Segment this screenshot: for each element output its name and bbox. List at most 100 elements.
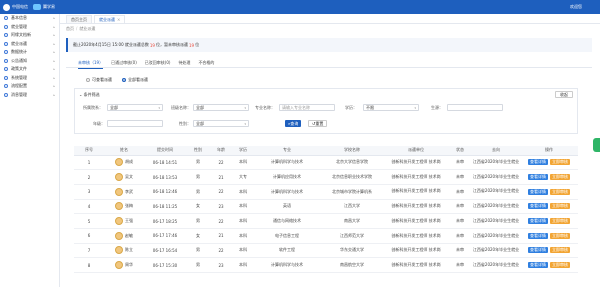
chevron-right-icon: ▸ (53, 50, 55, 55)
degree: 本科 (232, 228, 254, 244)
table-row: 5 王强 06-17 18:25 男 22 本科 通信与网络技术 南昌大学 创新科技开发工程师 … (74, 213, 578, 229)
destination-link[interactable]: 江西省2020年毕业生就业 (472, 213, 520, 229)
menu-icon (4, 67, 8, 72)
actions-cell: 查看详情 立即审核 (520, 155, 578, 171)
age: 23 (210, 199, 232, 215)
class-select[interactable]: 全部 ▾ (193, 104, 249, 111)
sidebar-item-basic-info[interactable]: 基本信息 ▸ (0, 14, 59, 23)
major-input[interactable]: 请输入专业名称 (279, 104, 335, 111)
row-number: 6 (74, 228, 104, 244)
view-details-button[interactable]: 查看详情 (528, 232, 548, 239)
approve-button[interactable]: 立即审核 (550, 203, 570, 210)
reset-button[interactable]: ↺ 重置 (308, 120, 328, 127)
chevron-right-icon: ▸ (53, 41, 55, 46)
view-details-button[interactable]: 查看详情 (528, 174, 548, 181)
sidebar-item-notices[interactable]: 公告通知 ▸ (0, 57, 59, 66)
year-input[interactable] (107, 120, 163, 127)
degree-value: 不限 (366, 104, 374, 110)
row-number: 4 (74, 199, 104, 215)
row-number: 1 (74, 155, 104, 171)
degree-select[interactable]: 不限 ▾ (363, 104, 419, 111)
age: 23 (210, 257, 232, 273)
student-name: 赵敏 (125, 232, 133, 238)
major-placeholder: 请输入专业名称 (282, 104, 310, 110)
notice-prefix: 截止2020年4月15日 15:00 就业派遣总数 (73, 42, 149, 47)
destination-link[interactable]: 江西省2020年毕业生就业 (472, 243, 520, 259)
filter-title-label: 条件筛选 (83, 92, 100, 97)
gender: 女 (186, 199, 210, 215)
approve-button[interactable]: 立即审核 (550, 218, 570, 225)
table-row: 2 吴文 06-18 13:53 男 21 大专 计算机应用技术 北京信息职业技术学院 创新科技… (74, 169, 578, 185)
dispatch-unit: 创新科技开发工程师 技术岗 (384, 243, 448, 259)
age: 22 (210, 155, 232, 171)
sidebar-item-dispatch[interactable]: 就业派遣 ▸ (0, 40, 59, 49)
menu-icon (4, 84, 8, 89)
actions-cell: 查看详情 立即审核 (520, 169, 578, 185)
collapse-label: 收起 (560, 91, 568, 97)
sidebar: 基本信息 ▸ 就业管理 ▸ 阿缘文档新 ▸ 就业派遣 ▸ 数据统计 ▸ 公告通知 ▸ 政策文… (0, 14, 60, 287)
approve-button[interactable]: 立即审核 (550, 262, 570, 269)
destination-link[interactable]: 江西省2020年毕业生就业 (472, 199, 520, 215)
collapse-button[interactable]: 收起 (555, 91, 573, 98)
student-cell: 李武 (104, 184, 144, 200)
sidebar-item-messages[interactable]: 消息管理 ▸ (0, 91, 59, 100)
destination-link[interactable]: 江西省2020年毕业生就业 (472, 155, 520, 171)
sidebar-item-employment[interactable]: 就业管理 ▸ (0, 23, 59, 32)
sidebar-item-docs[interactable]: 阿缘文档新 ▸ (0, 31, 59, 40)
sidebar-item-label: 政策文件 (11, 66, 27, 72)
view-details-button[interactable]: 查看详情 (528, 188, 548, 195)
approve-button[interactable]: 立即审核 (550, 159, 570, 166)
table-row: 7 陈立 06-17 16:54 男 22 本科 软件工程 华东交通大学 创新科技开发工程师 技… (74, 243, 578, 259)
status: 未审 (448, 213, 472, 229)
sidebar-item-policy[interactable]: 政策文件 ▸ (0, 65, 59, 74)
approve-button[interactable]: 立即审核 (550, 247, 570, 254)
sidebar-item-workflow[interactable]: 流程配置 ▸ (0, 82, 59, 91)
table-body: 1 胡成 06-18 14:51 男 22 本科 计算机科学与技术 北京大学信息学院 创新科技开… (74, 155, 578, 273)
breadcrumb-home[interactable]: 首页 (66, 26, 74, 31)
floating-side-tab[interactable] (593, 138, 600, 152)
college-select[interactable]: 全部 ▾ (107, 104, 163, 111)
view-details-button[interactable]: 查看详情 (528, 203, 548, 210)
status: 未审 (448, 199, 472, 215)
view-details-button[interactable]: 查看详情 (528, 218, 548, 225)
search-button[interactable]: ⌕ 查询 (285, 120, 302, 127)
view-details-button[interactable]: 查看详情 (528, 159, 548, 166)
menu-icon (4, 58, 8, 63)
destination-link[interactable]: 江西省2020年毕业生就业 (472, 169, 520, 185)
china-telecom-logo (3, 3, 10, 11)
approve-button[interactable]: 立即审核 (550, 188, 570, 195)
approve-button[interactable]: 立即审核 (550, 232, 570, 239)
approve-button[interactable]: 立即审核 (550, 174, 570, 181)
actions-cell: 查看详情 立即审核 (520, 228, 578, 244)
view-details-button[interactable]: 查看详情 (528, 262, 548, 269)
major: 英语 (254, 199, 320, 215)
sidebar-item-system[interactable]: 系统管理 ▸ (0, 74, 59, 83)
tab-label: 就业派遣 (99, 16, 115, 22)
origin-select[interactable] (447, 104, 503, 111)
sidebar-item-label: 数据统计 (11, 49, 27, 55)
gender: 女 (186, 228, 210, 244)
radio-all[interactable]: 全部看派遣 (122, 77, 148, 83)
radio-viewable[interactable]: 可查看派遣 (86, 77, 112, 83)
actions-cell: 查看详情 立即审核 (520, 184, 578, 200)
student-cell: 王强 (104, 213, 144, 229)
user-greeting[interactable]: 欢迎您 (570, 4, 582, 10)
tab-home[interactable]: 首页主页 (66, 15, 92, 23)
destination-link[interactable]: 江西省2020年毕业生就业 (472, 184, 520, 200)
column-header: 提交时间 (144, 146, 186, 156)
destination-link[interactable]: 江西省2020年毕业生就业 (472, 228, 520, 244)
destination-link[interactable]: 江西省2020年毕业生就业 (472, 257, 520, 273)
close-icon[interactable]: × (117, 17, 120, 22)
degree-label: 学历： (345, 105, 357, 110)
status: 未审 (448, 228, 472, 244)
filter-title: ⌄ 条件筛选 (79, 92, 100, 98)
view-details-button[interactable]: 查看详情 (528, 247, 548, 254)
column-header: 学校名称 (320, 146, 384, 156)
student-cell: 胡成 (104, 155, 144, 171)
sidebar-item-statistics[interactable]: 数据统计 ▸ (0, 48, 59, 57)
page-tabs: 首页主页 就业派遣 × (60, 14, 600, 24)
chevron-right-icon: ▸ (53, 33, 55, 38)
gender-select[interactable]: 全部 ▾ (193, 120, 249, 127)
actions-cell: 查看详情 立即审核 (520, 243, 578, 259)
tab-dispatch[interactable]: 就业派遣 × (94, 15, 126, 23)
